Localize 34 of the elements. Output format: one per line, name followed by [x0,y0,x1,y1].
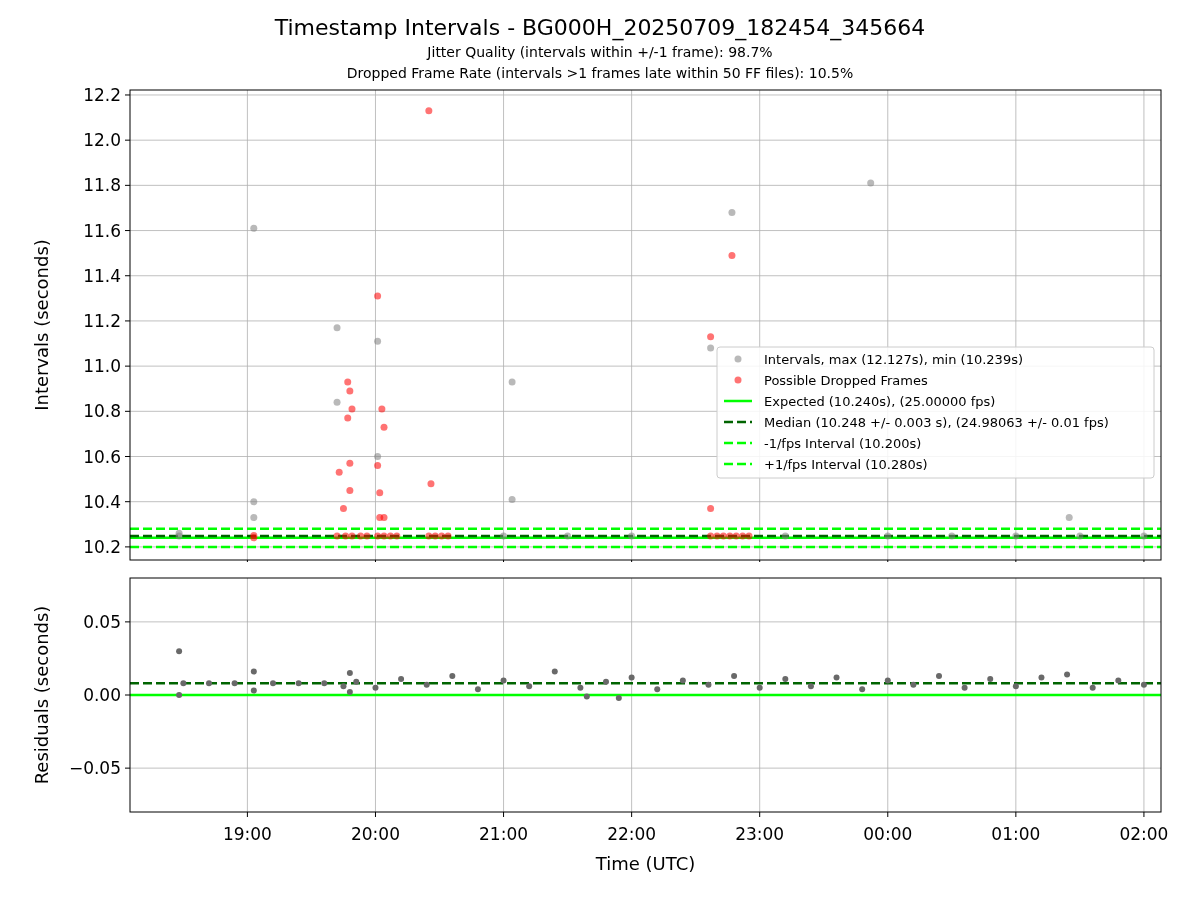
axis-tick-label: 10.8 [83,401,121,422]
axis-title: Residuals (seconds) [31,605,52,785]
legend-label: Intervals, max (12.127s), min (10.239s) [764,352,1023,367]
axis-tick-label: 11.6 [83,220,121,241]
legend-label: Possible Dropped Frames [764,373,928,388]
axis-tick-label: 10.4 [83,491,121,512]
axis-tick-label: 0.00 [83,685,121,705]
axis-tick-label: 0.05 [83,611,121,632]
legend-label: -1/fps Interval (10.200s) [764,436,922,451]
axis-tick-label: 10.6 [83,446,121,467]
chart-subtitle: Jitter Quality (intervals within +/-1 frame): 98.7% [427,43,773,62]
axis-title: Intervals (seconds) [31,239,52,411]
axis-tick-label: 02:00 [1119,824,1169,844]
axis-tick-label: 23:00 [735,824,785,844]
axis-tick-label: 19:00 [222,824,272,844]
axis-tick-label: 12.0 [83,130,121,151]
axis-tick-label: 11.2 [83,310,121,331]
axis-tick-label: 22:00 [607,824,657,844]
axis-tick-label: 20:00 [351,824,400,844]
legend-label: +1/fps Interval (10.280s) [764,457,928,472]
axis-tick-label: 00:00 [863,824,913,844]
axis-tick-label: 10.2 [83,536,121,557]
axis-tick-label: −0.05 [68,758,121,779]
axis-tick-label: 11.0 [83,356,121,377]
axis-tick-label: 12.2 [83,88,121,105]
chart-subtitle: Dropped Frame Rate (intervals >1 frames late within 50 FF files): 10.5% [346,64,854,83]
axis-title: Time (UTC) [595,853,696,874]
axis-tick-label: 11.8 [83,175,121,196]
axis-tick-label: 11.4 [83,265,121,286]
legend-label: Expected (10.240s), (25.00000 fps) [764,394,996,409]
axis-tick-label: 01:00 [991,824,1041,844]
chart-title: Timestamp Intervals - BG000H_20250709_182454_345664 [274,14,926,42]
axis-tick-label: 21:00 [479,824,529,844]
legend-label: Median (10.248 +/- 0.003 s), (24.98063 +/- 0.01 fps) [764,415,1109,430]
